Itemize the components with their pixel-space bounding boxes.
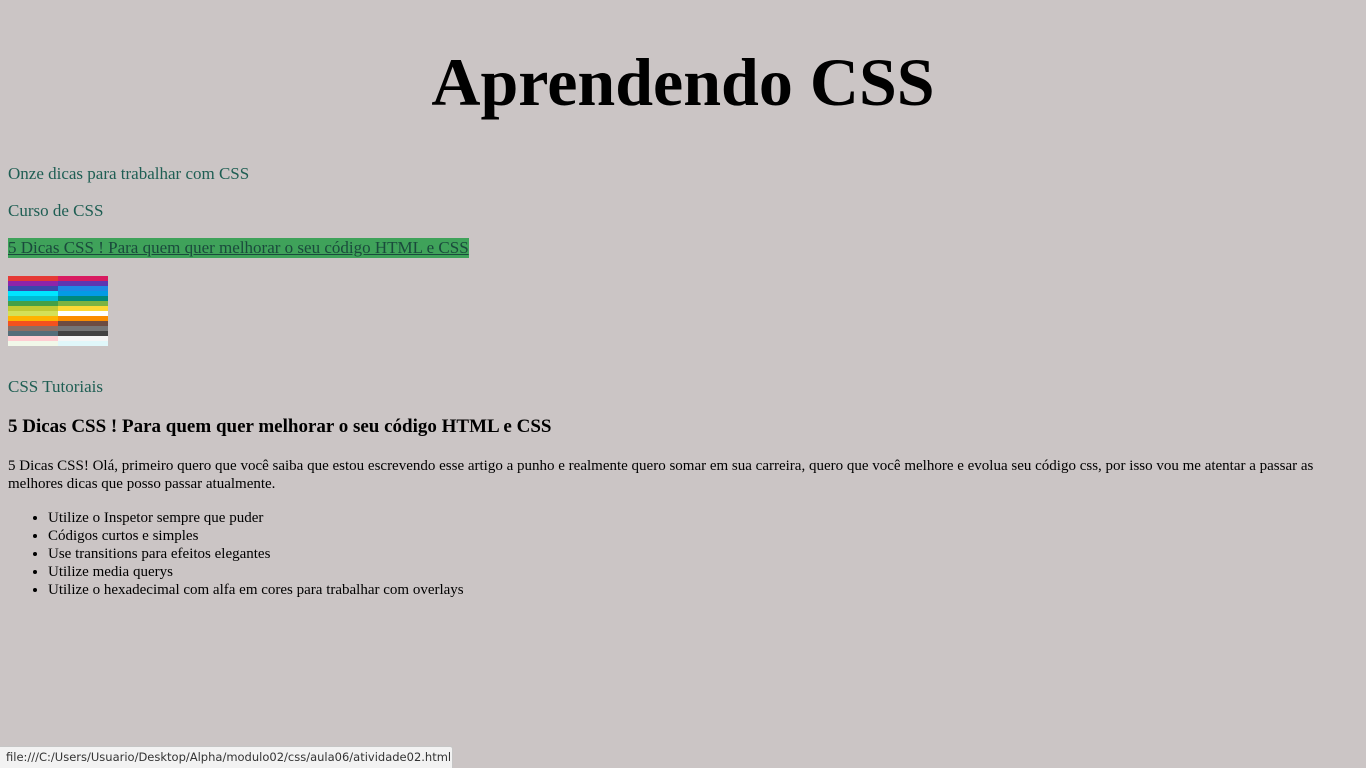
link-curso-css[interactable]: Curso de CSS (8, 201, 103, 221)
link-5-dicas-css[interactable]: 5 Dicas CSS ! Para quem quer melhorar o … (8, 238, 469, 258)
list-item: Use transitions para efeitos elegantes (48, 545, 464, 563)
tips-list: Utilize o Inspetor sempre que puder Códi… (8, 509, 464, 599)
page-title: Aprendendo CSS (431, 44, 935, 120)
link-css-tutoriais[interactable]: CSS Tutoriais (8, 377, 103, 397)
list-item: Códigos curtos e simples (48, 527, 464, 545)
list-item: Utilize media querys (48, 563, 464, 581)
list-item: Utilize o hexadecimal com alfa em cores … (48, 581, 464, 599)
article-heading: 5 Dicas CSS ! Para quem quer melhorar o … (8, 416, 552, 437)
status-bar-url: file:///C:/Users/Usuario/Desktop/Alpha/m… (0, 746, 453, 768)
palette-swatch (58, 341, 108, 346)
palette-swatch (8, 341, 58, 346)
color-palette-image[interactable] (8, 276, 108, 356)
link-onze-dicas[interactable]: Onze dicas para trabalhar com CSS (8, 164, 249, 184)
page: Aprendendo CSS Onze dicas para trabalhar… (0, 0, 1366, 768)
article-body: 5 Dicas CSS! Olá, primeiro quero que voc… (8, 458, 1314, 492)
list-item: Utilize o Inspetor sempre que puder (48, 509, 464, 527)
